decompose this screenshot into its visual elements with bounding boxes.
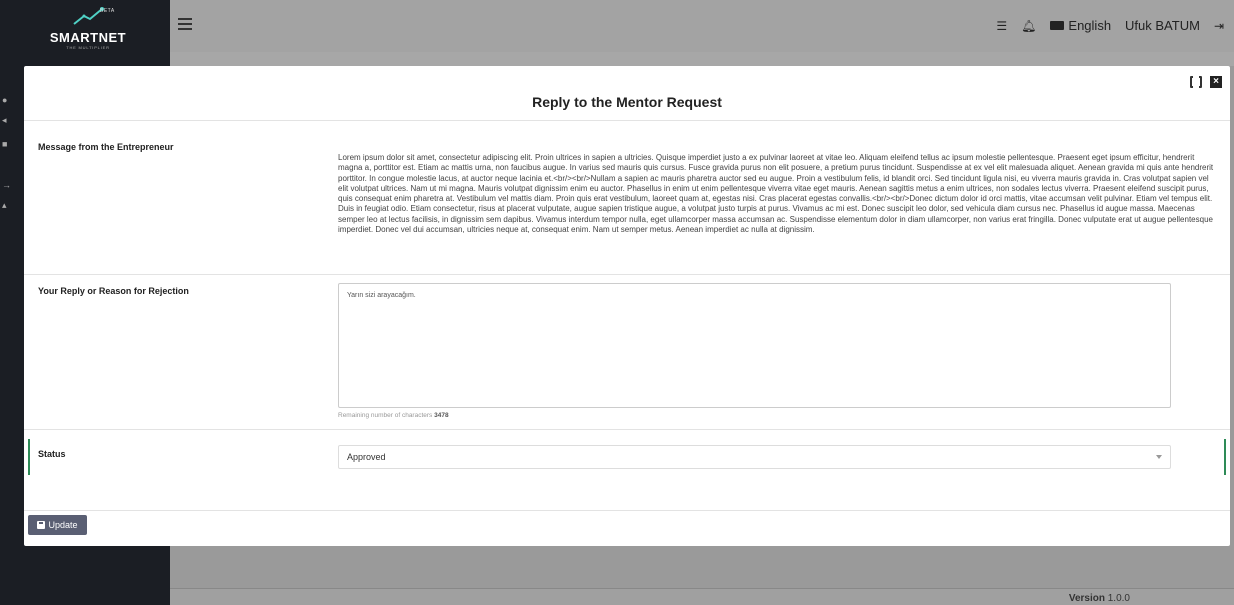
divider — [24, 274, 1230, 275]
reply-label: Your Reply or Reason for Rejection — [38, 286, 189, 296]
status-label: Status — [38, 449, 66, 459]
update-button[interactable]: Update — [28, 515, 87, 535]
user-icon[interactable]: ● — [2, 96, 12, 105]
status-select[interactable]: Approved — [338, 445, 1171, 469]
header-actions: ☰ 🔔︎ English Ufuk BATUM ⇥ — [996, 18, 1224, 33]
arrow-right-icon[interactable]: → — [2, 181, 12, 190]
divider — [24, 120, 1230, 121]
menu-icon[interactable] — [178, 18, 192, 30]
version-label: Version — [1068, 593, 1105, 604]
footer: Version 1.0.0 — [170, 588, 1234, 605]
fullscreen-icon[interactable] — [1190, 76, 1202, 88]
update-button-label: Update — [48, 520, 78, 530]
app-logo[interactable]: BETA SMARTNET THE MULTIPLIER — [48, 6, 128, 61]
megaphone-icon[interactable]: ◂ — [2, 116, 12, 125]
chevron-down-icon — [1156, 455, 1162, 459]
modal-tools: × — [1190, 76, 1222, 88]
reply-textarea[interactable]: Yarın sizi arayacağım. — [338, 283, 1171, 408]
user-name[interactable]: Ufuk BATUM — [1125, 18, 1200, 33]
status-selected-value: Approved — [347, 452, 386, 462]
divider — [24, 429, 1230, 430]
content-area — [170, 52, 1234, 66]
remaining-characters: Remaining number of characters 3478 — [338, 412, 449, 419]
modal-title: Reply to the Mentor Request — [532, 94, 722, 110]
version-number: 1.0.0 — [1107, 593, 1130, 604]
remaining-label: Remaining number of characters — [338, 412, 433, 419]
divider — [24, 510, 1230, 511]
entrepreneur-message: Lorem ipsum dolor sit amet, consectetur … — [338, 153, 1214, 235]
save-icon — [37, 521, 46, 529]
language-selector[interactable]: English — [1050, 18, 1111, 33]
reply-modal: × Reply to the Mentor Request Message fr… — [24, 66, 1230, 546]
message-label: Message from the Entrepreneur — [38, 142, 174, 152]
thumbs-up-icon[interactable]: ▴ — [2, 201, 12, 210]
checklist-icon[interactable]: ☰ — [996, 19, 1007, 33]
logo-subtitle: THE MULTIPLIER — [66, 45, 110, 50]
logo-title: SMARTNET — [49, 30, 127, 45]
briefcase-icon[interactable]: ■ — [2, 140, 12, 149]
version-text: Version 1.0.0 — [1069, 593, 1130, 604]
language-flag-icon — [1050, 21, 1065, 30]
bell-icon[interactable]: 🔔︎ — [1021, 19, 1036, 33]
language-label: English — [1068, 18, 1112, 33]
logo-beta-badge: BETA — [100, 8, 115, 14]
logout-icon[interactable]: ⇥ — [1214, 19, 1224, 33]
close-icon[interactable]: × — [1210, 76, 1222, 88]
top-navbar: ☰ 🔔︎ English Ufuk BATUM ⇥ — [170, 0, 1234, 52]
remaining-count: 3478 — [434, 412, 449, 419]
